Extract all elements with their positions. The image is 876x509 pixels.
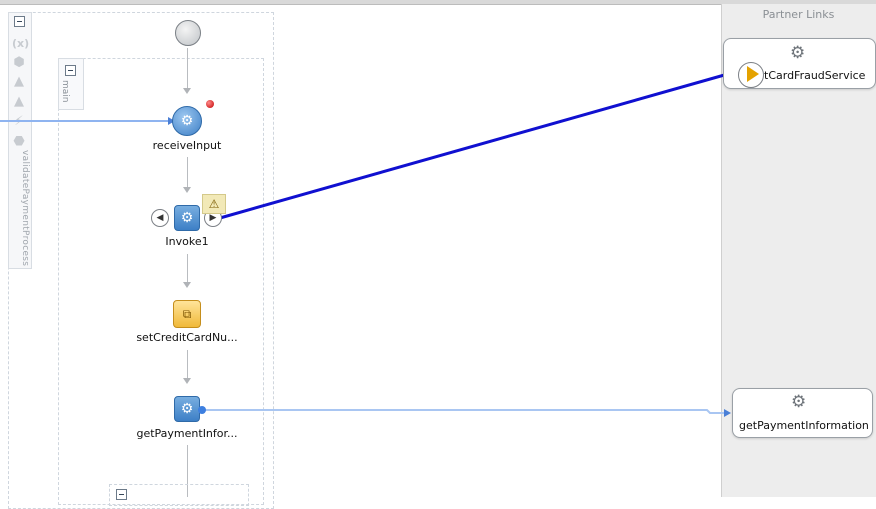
gear-icon: ⚙ <box>180 113 194 129</box>
invoke-label: Invoke1 <box>165 235 209 248</box>
nested-scope <box>109 484 249 506</box>
left-handle-icon[interactable]: ◀ <box>151 209 169 227</box>
error-marker-icon <box>206 100 214 108</box>
start-node[interactable] <box>175 20 201 46</box>
partner-link-fraud-label: tCardFraudService <box>764 69 866 82</box>
assign-label: setCreditCardNu... <box>136 331 238 344</box>
flow-connector <box>187 350 188 380</box>
partner-link-payment-label: getPaymentInformation <box>739 419 869 432</box>
flow-arrow <box>183 187 191 193</box>
invoke2-label: getPaymentInfor... <box>136 427 238 440</box>
gear-icon: ⚙ <box>180 210 194 226</box>
gear-icon: ⚙ <box>790 43 806 63</box>
connection-dot <box>198 406 206 414</box>
flow-connector <box>187 254 188 284</box>
gear-icon: ⚙ <box>180 401 194 417</box>
receive-activity[interactable]: ⚙ <box>172 106 202 136</box>
assign-activity[interactable]: ⧉ <box>173 300 201 328</box>
flow-connector <box>187 48 188 90</box>
collapse-nested-button[interactable] <box>116 489 127 500</box>
flow-arrow <box>183 282 191 288</box>
receive-label: receiveInput <box>152 139 222 152</box>
flow-arrow <box>183 88 191 94</box>
gear-icon: ⚙ <box>791 392 807 412</box>
invoke-activity[interactable]: ⚙ <box>174 205 200 231</box>
invoke2-wire <box>203 409 726 414</box>
play-arrow-icon <box>747 66 759 82</box>
flow-connector <box>187 157 188 189</box>
invoke-wire <box>219 68 743 220</box>
assign-icon: ⧉ <box>182 307 192 321</box>
invoke2-wire-arrow <box>724 409 731 417</box>
warning-icon[interactable]: ⚠ <box>202 194 226 214</box>
flow-arrow <box>183 378 191 384</box>
invoke2-activity[interactable]: ⚙ <box>174 396 200 422</box>
